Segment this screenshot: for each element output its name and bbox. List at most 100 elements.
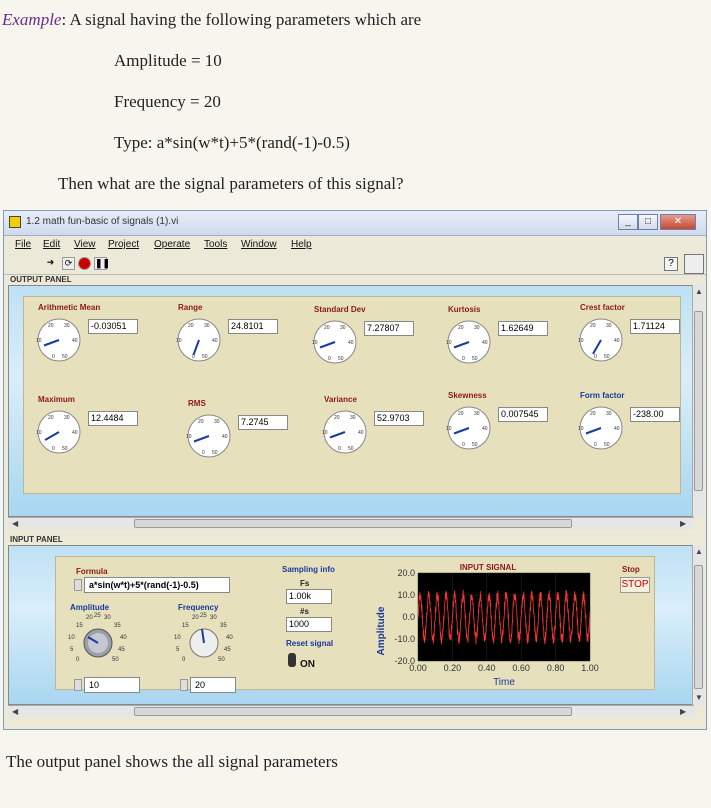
- svg-text:50: 50: [218, 657, 225, 663]
- frequency-spinner[interactable]: [180, 679, 188, 691]
- input-scroll-right-icon[interactable]: ▶: [680, 707, 686, 716]
- input-vertical-scrollbar[interactable]: ▲ ▼: [692, 545, 704, 705]
- abort-icon[interactable]: [78, 257, 91, 270]
- svg-text:20: 20: [334, 415, 340, 421]
- x-tick-label: 0.80: [547, 663, 565, 673]
- svg-text:20: 20: [188, 323, 194, 329]
- scroll-right-icon[interactable]: ▶: [680, 519, 686, 528]
- range-label: Range: [178, 303, 203, 312]
- labview-window: 1.2 math fun-basic of signals (1).vi _ □…: [3, 210, 707, 730]
- output-horizontal-scrollbar[interactable]: ◀ ▶: [8, 517, 694, 529]
- svg-text:10: 10: [68, 635, 75, 641]
- svg-text:30: 30: [104, 615, 111, 621]
- form-factor-dial: 20 30 10 40 0 50: [578, 406, 623, 450]
- chart-xlabel: Time: [493, 677, 515, 688]
- svg-text:50: 50: [112, 657, 119, 663]
- stop-button[interactable]: STOP: [620, 577, 650, 593]
- scroll-up-icon[interactable]: ▲: [695, 287, 703, 296]
- output-indicator-area: Arithmetic Mean 20 30 10 40 0 50 -0.03051 Range 2…: [23, 296, 681, 494]
- kurtosis-label: Kurtosis: [448, 305, 481, 314]
- svg-text:20: 20: [48, 415, 54, 421]
- svg-text:0: 0: [462, 356, 465, 362]
- formula-spinner[interactable]: [74, 579, 82, 591]
- form-factor-value: -238.00: [630, 407, 680, 422]
- variance-value: 52.9703: [374, 411, 424, 426]
- x-tick-label: 0.00: [409, 663, 427, 673]
- arithmetic-mean-dial: 20 30 10 40 0 50: [36, 318, 81, 362]
- output-scroll-thumb[interactable]: [694, 311, 703, 491]
- svg-text:30: 30: [64, 323, 70, 329]
- window-title: 1.2 math fun-basic of signals (1).vi: [26, 216, 179, 227]
- menu-help[interactable]: Help: [291, 239, 312, 250]
- svg-text:50: 50: [62, 354, 68, 360]
- menu-view[interactable]: View: [74, 239, 96, 250]
- close-button[interactable]: ✕: [660, 214, 696, 230]
- svg-text:45: 45: [118, 647, 125, 653]
- output-panel: Arithmetic Mean 20 30 10 40 0 50 -0.03051 Range 2…: [8, 285, 694, 517]
- svg-text:20: 20: [324, 325, 330, 331]
- menu-window[interactable]: Window: [241, 239, 277, 250]
- x-tick-label: 1.00: [581, 663, 599, 673]
- amplitude-spinner[interactable]: [74, 679, 82, 691]
- ns-label: #s: [300, 607, 309, 616]
- svg-text:30: 30: [606, 323, 612, 329]
- svg-text:45: 45: [224, 647, 231, 653]
- gauge-form-factor: Form factor 20 30 10 40 0 50 -238.00: [576, 389, 686, 479]
- svg-text:25: 25: [200, 613, 207, 619]
- ns-input[interactable]: 1000: [286, 617, 332, 632]
- output-hscroll-thumb[interactable]: [134, 519, 572, 528]
- svg-text:10: 10: [174, 635, 181, 641]
- menu-project[interactable]: Project: [108, 239, 139, 250]
- help-icon[interactable]: ?: [664, 257, 678, 271]
- input-hscroll-thumb[interactable]: [134, 707, 572, 716]
- output-panel-label: OUTPUT PANEL: [10, 275, 72, 284]
- svg-text:10: 10: [446, 340, 452, 346]
- input-scroll-thumb[interactable]: [694, 565, 703, 689]
- fs-input[interactable]: 1.00k: [286, 589, 332, 604]
- maximize-button[interactable]: □: [638, 214, 658, 230]
- output-vertical-scrollbar[interactable]: ▲: [692, 285, 704, 517]
- svg-text:40: 40: [222, 434, 228, 440]
- input-scroll-left-icon[interactable]: ◀: [12, 707, 18, 716]
- amplitude-knob[interactable]: 20 25 30 15 35 10 40 5 45 0 50: [64, 611, 132, 673]
- reset-toggle-switch[interactable]: [288, 653, 296, 667]
- menu-edit[interactable]: Edit: [43, 239, 60, 250]
- svg-text:0: 0: [52, 354, 55, 360]
- gauge-variance: Variance 20 30 10 40 0 50 52.9703: [320, 393, 430, 483]
- rms-value: 7.2745: [238, 415, 288, 430]
- svg-text:5: 5: [176, 647, 180, 653]
- pause-icon[interactable]: ❚❚: [94, 257, 110, 270]
- y-tick-label: 10.0: [397, 590, 415, 600]
- svg-text:15: 15: [182, 623, 189, 629]
- run-arrow-icon[interactable]: ➜: [44, 257, 57, 270]
- rms-label: RMS: [188, 399, 206, 408]
- menu-file[interactable]: File: [15, 239, 31, 250]
- menu-operate[interactable]: Operate: [154, 239, 190, 250]
- svg-text:40: 40: [482, 340, 488, 346]
- svg-text:50: 50: [604, 354, 610, 360]
- type-line: Type: a*sin(w*t)+5*(rand(-1)-0.5): [114, 133, 350, 152]
- menu-tools[interactable]: Tools: [204, 239, 227, 250]
- svg-text:0: 0: [52, 446, 55, 452]
- svg-text:50: 50: [604, 442, 610, 448]
- svg-text:10: 10: [36, 430, 42, 436]
- amplitude-input[interactable]: 10: [84, 677, 140, 693]
- svg-text:20: 20: [458, 325, 464, 331]
- frequency-knob[interactable]: 20 25 30 15 35 10 40 5 45 0 50: [170, 611, 238, 673]
- svg-text:0: 0: [338, 446, 341, 452]
- input-scroll-up-icon[interactable]: ▲: [695, 547, 703, 556]
- crest-factor-label: Crest factor: [580, 303, 625, 312]
- svg-text:20: 20: [48, 323, 54, 329]
- maximum-value: 12.4484: [88, 411, 138, 426]
- input-scroll-down-icon[interactable]: ▼: [695, 693, 703, 702]
- input-horizontal-scrollbar[interactable]: ◀ ▶: [8, 705, 694, 717]
- frequency-input[interactable]: 20: [190, 677, 236, 693]
- run-continuous-icon[interactable]: ⟳: [62, 257, 75, 270]
- arithmetic-mean-label: Arithmetic Mean: [38, 303, 101, 312]
- minimize-button[interactable]: _: [618, 214, 638, 230]
- svg-text:50: 50: [348, 446, 354, 452]
- svg-text:30: 30: [474, 325, 480, 331]
- scroll-left-icon[interactable]: ◀: [12, 519, 18, 528]
- formula-input[interactable]: a*sin(w*t)+5*(rand(-1)-0.5): [84, 577, 230, 593]
- svg-text:40: 40: [72, 338, 78, 344]
